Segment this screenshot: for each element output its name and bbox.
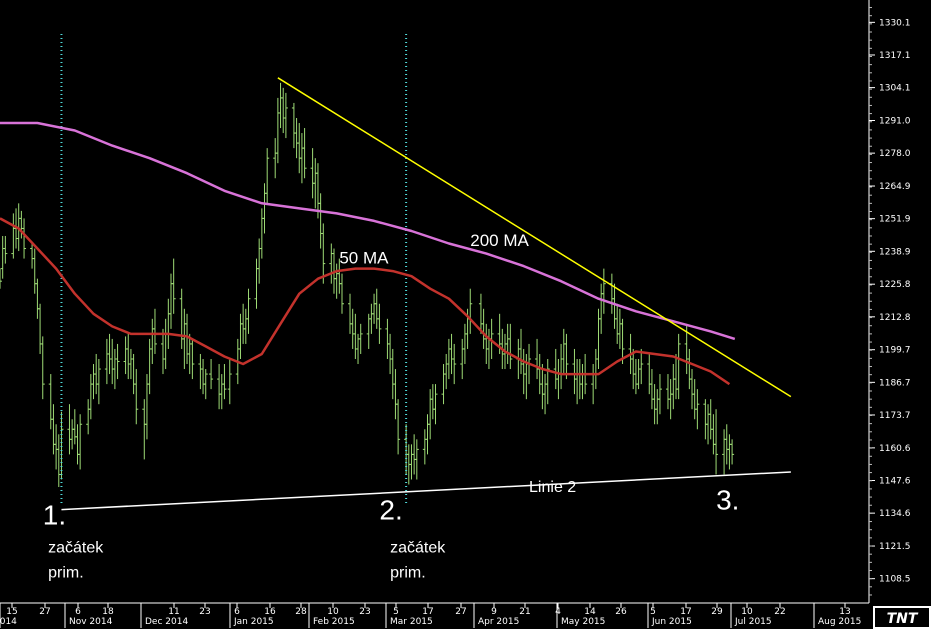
x-day-label: 13: [839, 607, 850, 617]
x-day-label: 22: [774, 607, 785, 617]
x-month-label: Jun 2015: [651, 617, 692, 627]
annotation-label: prim.: [390, 564, 426, 581]
y-tick-label: 1160.6: [879, 444, 911, 454]
x-day-label: 16: [264, 607, 276, 617]
chart-window: 200 MA 50 MA Linie 2 1. 2. 3. začátek prim. začá…: [0, 0, 931, 629]
x-day-label: 15: [6, 607, 17, 617]
y-tick-label: 1278.0: [879, 149, 911, 159]
y-tick-label: 1317.1: [879, 51, 911, 61]
ohlc-chart: 200 MA 50 MA Linie 2 1. 2. 3. začátek prim. začá…: [0, 0, 931, 629]
x-day-label: 18: [102, 607, 114, 617]
y-tick-label: 1251.9: [879, 215, 911, 225]
y-tick-label: 1291.0: [879, 117, 911, 127]
x-month-label: Jan 2015: [233, 617, 274, 627]
x-day-label: 5: [393, 607, 399, 617]
x-day-label: 21: [519, 607, 530, 617]
x-day-label: 4: [555, 607, 561, 617]
x-day-label: 10: [327, 607, 339, 617]
y-tick-label: 1304.1: [879, 84, 911, 94]
y-tick-label: 1108.5: [879, 575, 911, 585]
y-tick-label: 1199.7: [879, 346, 911, 356]
y-tick-label: 1147.6: [879, 477, 911, 487]
x-day-label: 11: [168, 607, 179, 617]
x-day-label: 17: [680, 607, 691, 617]
x-day-label: 27: [455, 607, 466, 617]
x-day-label: 9: [491, 607, 497, 617]
x-month-label: Apr 2015: [478, 617, 519, 627]
x-day-label: 10: [741, 607, 753, 617]
x-day-label: 6: [234, 607, 240, 617]
x-day-label: 6: [75, 607, 81, 617]
x-day-label: 5: [650, 607, 656, 617]
x-month-label: Nov 2014: [69, 617, 113, 627]
y-tick-label: 1330.1: [879, 18, 911, 28]
x-day-label: 14: [584, 607, 596, 617]
x-month-label: Aug 2015: [818, 617, 861, 627]
annotation-label: 3.: [716, 485, 739, 516]
x-day-label: 23: [199, 607, 210, 617]
annotation-label: 50 MA: [339, 249, 389, 268]
x-day-label: 17: [422, 607, 433, 617]
x-month-label: Dec 2014: [145, 617, 188, 627]
annotation-label: 1.: [43, 500, 66, 531]
annotation-label: začátek: [390, 539, 446, 556]
annotation-label: začátek: [48, 539, 104, 556]
y-tick-label: 1264.9: [879, 182, 911, 192]
x-day-label: 23: [359, 607, 370, 617]
y-tick-label: 1134.6: [879, 509, 911, 519]
annotation-label: prim.: [48, 564, 84, 581]
x-day-label: 27: [39, 607, 50, 617]
annotation-label: 2.: [379, 495, 402, 526]
x-day-label: 26: [615, 607, 627, 617]
y-tick-label: 1121.5: [879, 542, 911, 552]
x-month-label: 2014: [0, 617, 17, 627]
x-month-label: Mar 2015: [390, 617, 433, 627]
y-tick-label: 1173.7: [879, 411, 911, 421]
y-tick-label: 1225.8: [879, 280, 911, 290]
x-month-label: Feb 2015: [313, 617, 355, 627]
y-tick-label: 1212.8: [879, 313, 911, 323]
y-tick-label: 1186.7: [879, 378, 911, 388]
x-day-label: 28: [295, 607, 307, 617]
annotation-label: 200 MA: [470, 231, 529, 250]
x-month-label: May 2015: [561, 617, 605, 627]
annotation-label: Linie 2: [529, 479, 576, 496]
x-month-label: Jul 2015: [734, 617, 772, 627]
y-tick-label: 1238.9: [879, 247, 911, 257]
tnt-logo: TNT: [873, 606, 931, 629]
x-day-label: 29: [711, 607, 723, 617]
logo-text: TNT: [887, 611, 919, 627]
